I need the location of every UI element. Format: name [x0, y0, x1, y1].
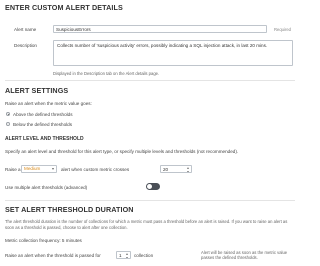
below-radio[interactable]: [6, 122, 10, 126]
threshold-input[interactable]: 20: [160, 164, 192, 173]
alert-level-value: Medium: [24, 165, 41, 171]
multiple-thresholds-label: Use multiple alert thresholds (advanced): [5, 185, 88, 190]
above-radio-label[interactable]: Above the defined thresholds: [13, 112, 73, 118]
when-crosses-label: alert when custom metric crosses: [61, 167, 130, 172]
duration-note: Alert will be raised as soon as the metr…: [201, 250, 288, 261]
collection-frequency: Metric collection frequency: 5 minutes: [5, 238, 82, 243]
alert-level-select[interactable]: Medium: [21, 164, 57, 173]
spinner-arrows-icon[interactable]: [187, 166, 190, 172]
collection-word: collection: [134, 253, 154, 258]
required-label: Required: [274, 27, 291, 32]
alert-name-label: Alert name: [14, 27, 37, 32]
collections-value: 1: [119, 252, 122, 258]
description-hint: Displayed in the Description tab on the …: [53, 71, 160, 76]
collections-input[interactable]: 1: [116, 250, 131, 259]
level-section-title: ALERT LEVEL AND THRESHOLD: [5, 136, 84, 142]
section-divider: [5, 80, 295, 81]
threshold-value: 20: [163, 166, 169, 172]
spinner-arrows-icon[interactable]: [126, 252, 129, 258]
settings-section-title: ALERT SETTINGS: [5, 86, 69, 95]
raise-passed-label: Raise an alert when the threshold is pas…: [5, 253, 101, 258]
section-divider: [5, 200, 295, 201]
toggle-knob: [147, 184, 152, 189]
details-section-title: ENTER CUSTOM ALERT DETAILS: [5, 3, 123, 12]
duration-paragraph: The alert threshold duration is the numb…: [5, 219, 288, 230]
multiple-thresholds-toggle[interactable]: [146, 183, 160, 190]
raise-when-label: Raise an alert when the metric value goe…: [5, 101, 92, 106]
description-label: Description: [14, 43, 37, 48]
alert-name-input[interactable]: SuspiciousErrors: [53, 25, 267, 33]
chevron-down-icon: [52, 168, 54, 170]
above-radio[interactable]: [6, 112, 10, 116]
description-textarea[interactable]: Collects number of 'suspicious activity'…: [53, 40, 293, 66]
level-instructions: Specify an alert level and threshold for…: [5, 149, 239, 154]
below-radio-label[interactable]: Below the defined thresholds: [13, 122, 72, 128]
duration-section-title: SET ALERT THRESHOLD DURATION: [5, 205, 134, 214]
custom-alert-form: ENTER CUSTOM ALERT DETAILS Alert name Su…: [0, 0, 300, 266]
raise-a-label: Raise a: [5, 167, 21, 172]
